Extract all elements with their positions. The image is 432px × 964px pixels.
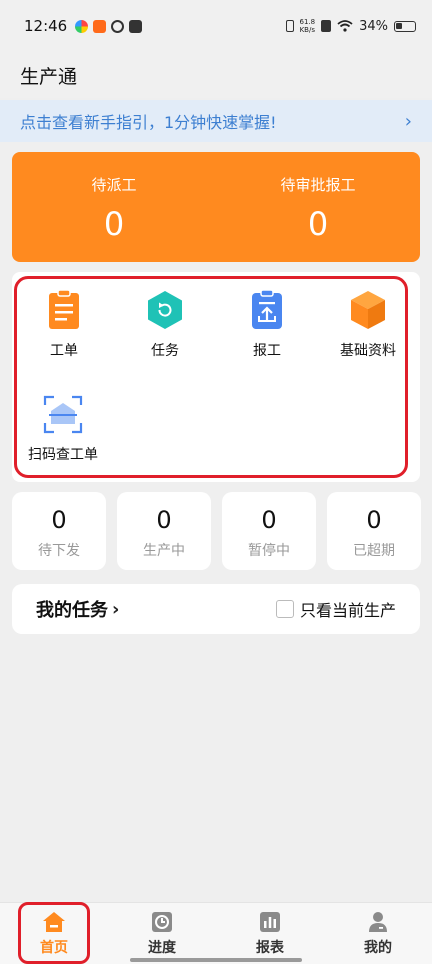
app-notification-icon (75, 19, 89, 33)
stats-card: 待派工 0 待审批报工 0 (12, 152, 420, 262)
network-speed-unit: KB/s (299, 26, 315, 34)
my-tasks-link[interactable]: 我的任务 (36, 596, 108, 622)
counter-label: 待下发 (38, 543, 80, 559)
message-icon (129, 19, 143, 33)
nav-home[interactable]: 首页 (0, 903, 108, 964)
sim-off-icon (321, 20, 332, 32)
counter-overdue[interactable]: 0 已超期 (327, 492, 421, 570)
menu-item-label: 扫码查工单 (28, 447, 98, 463)
stat-value: 0 (103, 205, 125, 243)
counter-value: 0 (366, 506, 382, 534)
page-title: 生产通 (20, 65, 78, 88)
task-icon (148, 291, 182, 329)
my-tasks-bar: 我的任务 › 只看当前生产 (12, 584, 420, 634)
report-work-icon (252, 290, 282, 329)
counter-value: 0 (261, 506, 277, 534)
basic-data-icon (351, 291, 385, 329)
nav-label: 我的 (364, 940, 392, 956)
work-order-icon (49, 290, 79, 329)
counter-value: 0 (156, 506, 172, 534)
menu-item-scan-work-order[interactable]: 扫码查工单 (13, 394, 113, 464)
menu-item-label: 报工 (253, 343, 281, 359)
bottom-nav: 首页 进度 报表 我的 (0, 902, 432, 964)
app-notification-icon (111, 19, 125, 33)
menu-item-report-work[interactable]: 报工 (217, 290, 317, 360)
network-speed-value: 61.8 (299, 18, 316, 26)
counter-value: 0 (51, 506, 67, 534)
menu-item-label: 基础资料 (340, 343, 396, 359)
battery-icon (394, 20, 416, 32)
filter-label: 只看当前生产 (299, 601, 396, 620)
network-speed: 61.8 KB/s (300, 18, 316, 34)
status-bar: 12:46 61.8 KB/s 34% (0, 0, 432, 52)
header: 生产通 (0, 52, 432, 98)
guide-banner[interactable]: 点击查看新手指引，1分钟快速掌握! › (0, 100, 432, 142)
chevron-right-icon: › (112, 598, 120, 620)
menu-item-task[interactable]: 任务 (115, 290, 215, 360)
chevron-right-icon: › (404, 110, 412, 132)
stat-pending-dispatch[interactable]: 待派工 0 (12, 152, 216, 262)
guide-banner-text: 点击查看新手指引，1分钟快速掌握! (20, 113, 277, 132)
counter-paused[interactable]: 0 暂停中 (222, 492, 316, 570)
status-time: 12:46 (24, 17, 68, 35)
counter-in-production[interactable]: 0 生产中 (117, 492, 211, 570)
app-notification-icon (93, 19, 107, 33)
menu-item-basic-data[interactable]: 基础资料 (318, 290, 418, 360)
nav-label: 报表 (256, 940, 284, 956)
counter-label: 生产中 (143, 543, 185, 559)
home-icon (43, 912, 65, 932)
menu-item-work-order[interactable]: 工单 (14, 290, 114, 360)
nav-label: 首页 (40, 940, 68, 956)
notification-icons (75, 19, 143, 33)
stat-label: 待派工 (91, 176, 137, 194)
nav-report[interactable]: 报表 (216, 903, 324, 964)
counter-label: 已超期 (353, 543, 395, 559)
vibrate-icon (285, 20, 294, 32)
report-icon (260, 912, 280, 932)
nav-label: 进度 (148, 940, 176, 956)
progress-icon (152, 912, 172, 932)
menu-item-label: 任务 (151, 343, 179, 359)
scan-icon (43, 395, 83, 434)
nav-profile[interactable]: 我的 (324, 903, 432, 964)
counter-pending-release[interactable]: 0 待下发 (12, 492, 106, 570)
profile-icon (369, 912, 387, 932)
stat-value: 0 (307, 205, 329, 243)
menu-item-label: 工单 (50, 343, 78, 359)
nav-progress[interactable]: 进度 (108, 903, 216, 964)
wifi-icon (337, 20, 353, 32)
battery-percent: 34% (359, 18, 388, 34)
home-indicator[interactable] (130, 958, 302, 962)
filter-checkbox[interactable] (275, 600, 294, 618)
counter-label: 暂停中 (248, 543, 290, 559)
stat-label: 待审批报工 (280, 176, 356, 194)
stat-pending-approval[interactable]: 待审批报工 0 (216, 152, 420, 262)
current-production-filter[interactable]: 只看当前生产 (275, 597, 396, 621)
